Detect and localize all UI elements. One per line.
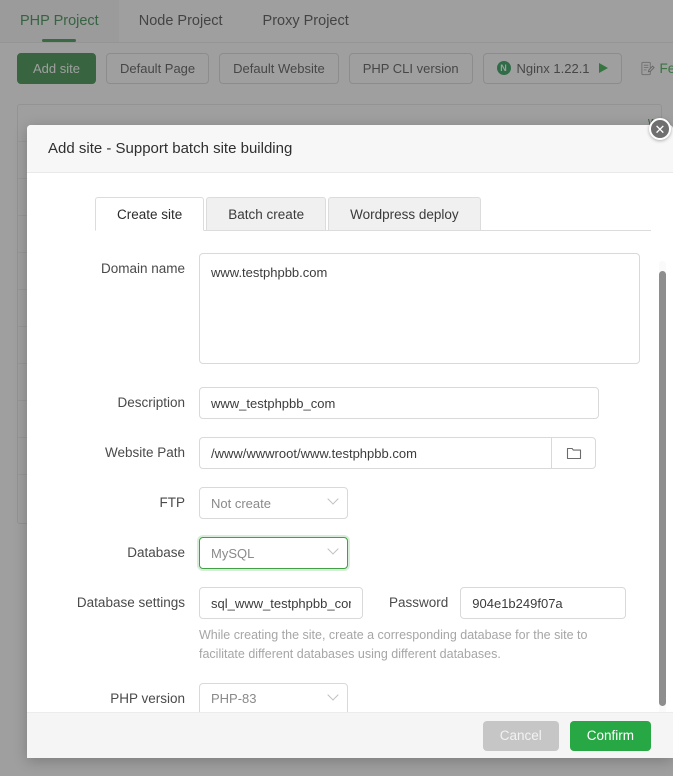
- domain-name-label: Domain name: [27, 253, 199, 285]
- field-row-description: Description: [27, 387, 651, 419]
- confirm-button[interactable]: Confirm: [570, 721, 651, 751]
- database-label: Database: [27, 537, 199, 569]
- domain-name-input[interactable]: www.testphpbb.com: [199, 253, 640, 364]
- ftp-select[interactable]: Not create: [199, 487, 348, 519]
- app-root: PHP Project Node Project Proxy Project A…: [0, 0, 673, 776]
- php-version-label: PHP version: [27, 683, 199, 712]
- modal-footer: Cancel Confirm: [27, 712, 673, 758]
- tab-wordpress-deploy[interactable]: Wordpress deploy: [328, 197, 481, 231]
- tab-batch-create-label: Batch create: [228, 207, 304, 222]
- close-modal-button[interactable]: ✕: [649, 118, 671, 140]
- confirm-button-label: Confirm: [587, 728, 634, 743]
- modal-title: Add site - Support batch site building: [48, 140, 292, 157]
- description-label: Description: [27, 387, 199, 419]
- tab-create-site-label: Create site: [117, 207, 182, 222]
- field-row-website-path: Website Path: [27, 437, 651, 469]
- description-input[interactable]: [199, 387, 599, 419]
- modal-header: Add site - Support batch site building: [27, 125, 673, 173]
- modal-tab-bar: Create site Batch create Wordpress deplo…: [95, 197, 651, 231]
- add-site-modal: Add site - Support batch site building C…: [27, 125, 673, 758]
- database-select-value: MySQL: [211, 546, 254, 561]
- cancel-button-label: Cancel: [500, 728, 542, 743]
- database-select[interactable]: MySQL: [199, 537, 348, 569]
- php-version-select[interactable]: PHP-83: [199, 683, 348, 712]
- php-version-select-value: PHP-83: [211, 691, 257, 706]
- chevron-down-icon: [327, 493, 338, 504]
- modal-body: Create site Batch create Wordpress deplo…: [27, 173, 673, 712]
- modal-scrollbar-thumb[interactable]: [659, 271, 666, 706]
- password-label: Password: [389, 587, 448, 619]
- database-password-input[interactable]: [460, 587, 626, 619]
- website-path-label: Website Path: [27, 437, 199, 469]
- ftp-select-value: Not create: [211, 496, 271, 511]
- database-settings-hint: While creating the site, create a corres…: [199, 626, 629, 665]
- cancel-button[interactable]: Cancel: [483, 721, 559, 751]
- browse-path-button[interactable]: [551, 437, 596, 469]
- field-row-database-settings: Database settings Password While creatin…: [27, 587, 651, 665]
- database-settings-label: Database settings: [27, 587, 199, 619]
- folder-icon: [566, 446, 582, 460]
- close-icon: ✕: [655, 123, 666, 136]
- tab-create-site[interactable]: Create site: [95, 197, 204, 231]
- field-row-php-version: PHP version PHP-83: [27, 683, 651, 712]
- chevron-down-icon: [327, 689, 338, 700]
- tab-batch-create[interactable]: Batch create: [206, 197, 326, 231]
- database-name-input[interactable]: [199, 587, 363, 619]
- website-path-input[interactable]: [199, 437, 551, 469]
- chevron-down-icon: [327, 543, 338, 554]
- tab-wordpress-deploy-label: Wordpress deploy: [350, 207, 459, 222]
- ftp-label: FTP: [27, 487, 199, 519]
- field-row-ftp: FTP Not create: [27, 487, 651, 519]
- field-row-database: Database MySQL: [27, 537, 651, 569]
- create-site-form: Domain name www.testphpbb.com Descriptio…: [27, 231, 673, 712]
- field-row-domain-name: Domain name www.testphpbb.com: [27, 253, 651, 369]
